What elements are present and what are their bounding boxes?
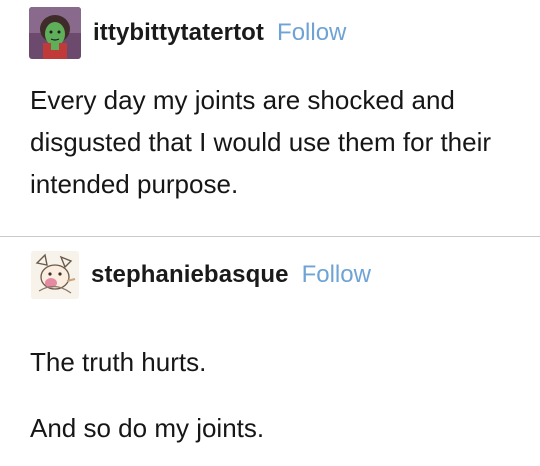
follow-button[interactable]: Follow [277,19,346,47]
cartoon-sketch-avatar-icon[interactable] [31,251,79,299]
post-1: ittybittytatertot Follow Every day my jo… [0,0,540,236]
post-header: ittybittytatertot Follow [29,7,346,59]
green-character-avatar-icon[interactable] [29,7,81,59]
post-text: And so do my joints. [30,413,265,443]
follow-button[interactable]: Follow [302,261,371,289]
post-header: stephaniebasque Follow [31,251,371,299]
username[interactable]: ittybittytatertot [93,19,264,47]
post-2: stephaniebasque Follow The truth hurts. … [0,237,540,466]
post-text: Every day my joints are shocked and disg… [30,85,492,199]
post-text: The truth hurts. [30,347,207,377]
username[interactable]: stephaniebasque [91,261,289,289]
